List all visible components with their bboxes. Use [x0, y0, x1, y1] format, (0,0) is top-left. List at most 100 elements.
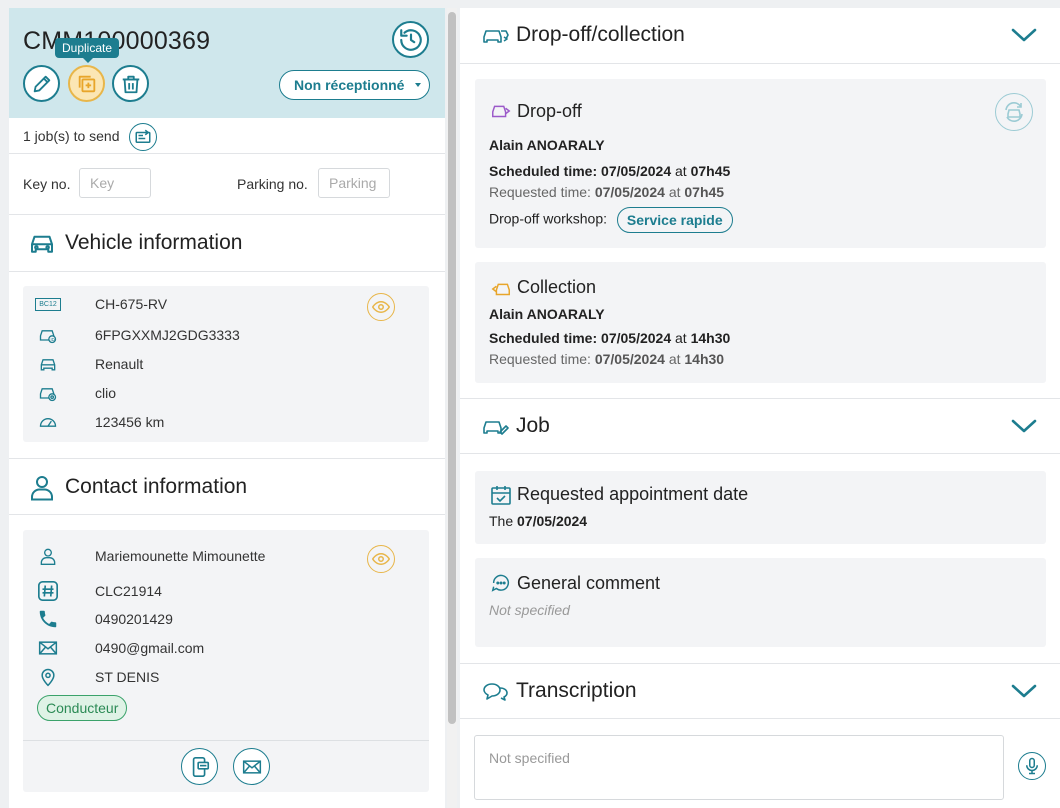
person-icon: [31, 476, 53, 501]
jobs-to-send-text: 1 job(s) to send: [23, 128, 120, 144]
svg-text:ID: ID: [51, 337, 55, 342]
job-title: Job: [516, 414, 550, 437]
dropoff-icon: [492, 105, 511, 118]
vehicle-plate: CH-675-RV: [95, 296, 168, 312]
dropoff-collection-header[interactable]: Drop-off/collection: [460, 8, 1060, 64]
vin-icon: ID: [39, 330, 57, 344]
person-icon: [40, 548, 56, 565]
microphone-icon: [1026, 757, 1038, 775]
contact-section-header: Contact information: [9, 458, 445, 515]
hash-icon: [38, 581, 58, 601]
workshop-badge: Service rapide: [616, 207, 733, 233]
plate-icon: BC12: [35, 297, 61, 311]
chevron-down-icon: [1011, 419, 1037, 433]
trash-icon: [122, 75, 139, 93]
model-icon: [39, 388, 57, 402]
collection-requested: Requested time: 07/05/2024 at 14h30: [489, 351, 725, 367]
job-header[interactable]: Job: [460, 398, 1060, 454]
microphone-button[interactable]: [1018, 752, 1046, 780]
jobs-to-send-row: 1 job(s) to send: [9, 118, 445, 154]
dropoff-refresh-button[interactable]: [995, 93, 1033, 131]
chat-icon: [483, 683, 508, 701]
order-header: CMM100000369 Duplicate Non réceptionné: [9, 8, 445, 118]
location-icon: [41, 668, 55, 687]
collection-card: Collection Alain ANOARALY Scheduled time…: [475, 262, 1046, 383]
dropoff-collection-title: Drop-off/collection: [516, 23, 685, 46]
contact-email: 0490@gmail.com: [95, 640, 205, 656]
transcription-textarea[interactable]: [474, 735, 1004, 800]
appointment-card: Requested appointment date The 07/05/202…: [475, 471, 1046, 544]
vehicle-vin: 6FPGXXMJ2GDG3333: [95, 327, 240, 343]
parking-label: Parking no.: [237, 176, 308, 192]
appointment-date: The 07/05/2024: [489, 513, 588, 529]
duplicate-button[interactable]: [68, 65, 105, 102]
brand-icon: [40, 359, 56, 371]
delete-button[interactable]: [112, 65, 149, 102]
transcription-header[interactable]: Transcription: [460, 663, 1060, 719]
collection-person: Alain ANOARALY: [489, 306, 605, 322]
send-jobs-button[interactable]: [129, 123, 157, 151]
parking-input[interactable]: [318, 168, 390, 198]
comment-value: Not specified: [489, 602, 570, 618]
dropoff-card: Drop-off Alain ANOARALY Scheduled time: …: [475, 79, 1046, 248]
pencil-icon: [33, 75, 50, 92]
envelope-icon: [38, 641, 58, 655]
vehicle-card: BC12 CH-675-RV ID 6FPGXXMJ2GDG3333 Renau…: [23, 286, 429, 442]
collection-title: Collection: [517, 277, 597, 297]
status-dropdown[interactable]: Non réceptionné: [279, 70, 430, 100]
contact-city: ST DENIS: [95, 669, 160, 685]
contact-email-row: 0490@gmail.com: [35, 638, 204, 658]
status-label: Non réceptionné: [294, 77, 405, 93]
car-icon: [31, 235, 53, 253]
duplicate-icon: [78, 75, 95, 92]
refresh-icon: [1005, 102, 1023, 122]
vehicle-model: clio: [95, 385, 117, 401]
contact-section-title: Contact information: [65, 475, 248, 498]
appointment-title: Requested appointment date: [517, 484, 749, 504]
contact-actions: [23, 740, 429, 792]
key-parking-row: Key no. Parking no.: [9, 154, 445, 215]
dropoff-collection-icon: [483, 30, 509, 43]
chevron-down-icon: [1011, 28, 1037, 42]
dropoff-scheduled: Scheduled time: 07/05/2024 at 07h45: [489, 163, 731, 179]
send-email-button[interactable]: [233, 748, 270, 785]
vehicle-model-row: clio: [35, 383, 116, 403]
dropoff-title: Drop-off: [517, 101, 582, 121]
speedometer-icon: [39, 418, 57, 427]
vehicle-vin-row: ID 6FPGXXMJ2GDG3333: [35, 325, 240, 345]
vehicle-details-button[interactable]: [367, 293, 395, 321]
collection-scheduled: Scheduled time: 07/05/2024 at 14h30: [489, 330, 731, 346]
key-label: Key no.: [23, 176, 71, 192]
comment-icon: [491, 574, 509, 592]
history-icon: [399, 28, 422, 51]
sms-icon: [192, 756, 209, 777]
mail-icon: [242, 759, 261, 774]
driver-tag: Conducteur: [37, 695, 128, 721]
collection-icon: [491, 283, 510, 296]
send-icon: [135, 129, 151, 143]
dropoff-person: Alain ANOARALY: [489, 137, 605, 153]
edit-button[interactable]: [23, 65, 60, 102]
vehicle-mileage: 123456 km: [95, 414, 165, 430]
comment-card: General comment Not specified: [475, 558, 1046, 647]
contact-card: Mariemounette Mimounette CLC21914 049020…: [23, 530, 429, 792]
left-scrollbar-thumb[interactable]: [448, 12, 456, 724]
history-button[interactable]: [392, 21, 429, 58]
vehicle-mileage-row: 123456 km: [35, 412, 164, 432]
caret-down-icon: [415, 83, 421, 87]
job-icon: [483, 421, 509, 435]
eye-icon: [372, 300, 390, 314]
key-input[interactable]: [79, 168, 151, 198]
eye-icon: [372, 552, 390, 566]
contact-details-button[interactable]: [367, 545, 395, 573]
dropoff-requested: Requested time: 07/05/2024 at 07h45: [489, 184, 725, 200]
contact-name: Mariemounette Mimounette: [95, 548, 266, 564]
contact-phone: 0490201429: [95, 611, 173, 627]
comment-title: General comment: [517, 573, 661, 593]
chevron-down-icon: [1011, 684, 1037, 698]
send-sms-button[interactable]: [181, 748, 218, 785]
contact-code: CLC21914: [95, 583, 162, 599]
contact-name-row: Mariemounette Mimounette: [35, 546, 265, 566]
left-scrollbar[interactable]: [447, 8, 457, 808]
duplicate-tooltip: Duplicate: [55, 38, 120, 63]
